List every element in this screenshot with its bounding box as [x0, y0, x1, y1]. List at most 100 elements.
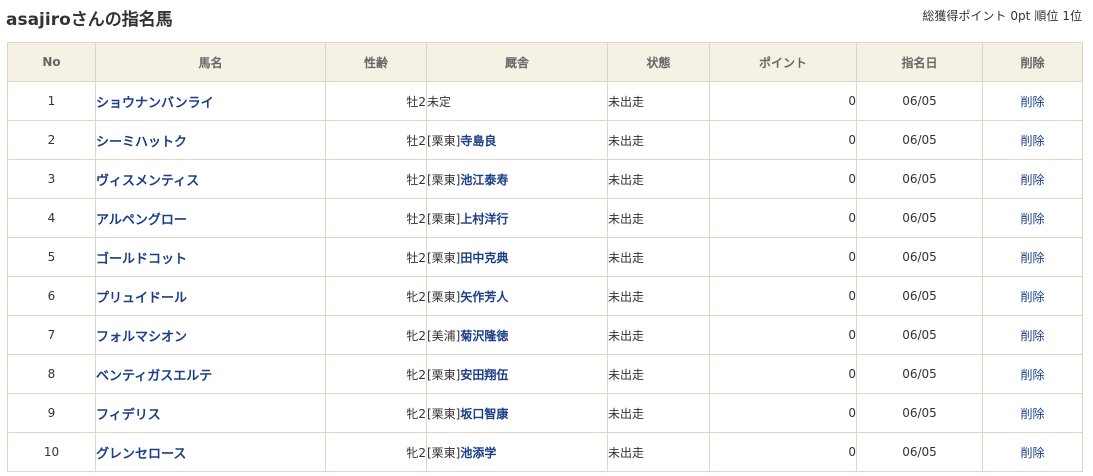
- horse-name-cell: フィデリス: [95, 393, 326, 433]
- stable-cell: 未定: [426, 81, 608, 121]
- horse-name-cell: ベンティガスエルテ: [95, 354, 326, 394]
- trainer-text: 未定: [427, 94, 452, 109]
- horse-name-link[interactable]: プリュイドール: [97, 291, 188, 306]
- nomination-date: 06/05: [856, 237, 983, 277]
- nomination-date: 06/05: [856, 120, 983, 160]
- points-summary: 総獲得ポイント 0pt 順位 1位: [922, 7, 1082, 24]
- delete-cell: 削除: [982, 198, 1083, 238]
- delete-cell: 削除: [982, 159, 1083, 199]
- row-no: 5: [7, 237, 96, 277]
- status: 未出走: [607, 159, 710, 199]
- delete-link[interactable]: 削除: [1020, 407, 1044, 421]
- trainer-link[interactable]: 坂口智康: [460, 407, 508, 421]
- delete-cell: 削除: [982, 354, 1083, 394]
- stable-location: [栗東]: [427, 445, 461, 460]
- sex-age: 牝2: [325, 393, 427, 433]
- delete-link[interactable]: 削除: [1020, 446, 1044, 460]
- status: 未出走: [607, 120, 710, 160]
- horse-name-link[interactable]: グレンセロース: [97, 447, 187, 462]
- delete-cell: 削除: [982, 393, 1083, 433]
- trainer-link[interactable]: 池江泰寿: [460, 173, 508, 187]
- table-row: 6 プリュイドール 牝2 [栗東]矢作芳人 未出走 0 06/05 削除: [7, 276, 1083, 316]
- stable-location: [栗東]: [427, 289, 461, 304]
- horse-name-cell: シーミハットク: [95, 120, 326, 160]
- points: 0: [709, 276, 857, 316]
- delete-link[interactable]: 削除: [1020, 173, 1044, 187]
- horse-name-link[interactable]: ヴィスメンティス: [97, 174, 200, 189]
- points: 0: [709, 315, 857, 355]
- delete-link[interactable]: 削除: [1020, 212, 1044, 226]
- column-header-delete: 削除: [982, 42, 1083, 82]
- table-row: 8 ベンティガスエルテ 牝2 [栗東]安田翔伍 未出走 0 06/05 削除: [7, 354, 1083, 394]
- horse-name-link[interactable]: ゴールドコット: [97, 252, 188, 267]
- trainer-link[interactable]: 上村洋行: [460, 212, 508, 226]
- nomination-date: 06/05: [856, 159, 983, 199]
- sex-age: 牝2: [325, 432, 427, 472]
- column-header-name: 馬名: [95, 42, 326, 82]
- nomination-date: 06/05: [856, 354, 983, 394]
- horse-name-link[interactable]: ベンティガスエルテ: [97, 369, 213, 384]
- stable-cell: [栗東]上村洋行: [426, 198, 608, 238]
- stable-location: [栗東]: [427, 406, 461, 421]
- horse-name-cell: ヴィスメンティス: [95, 159, 326, 199]
- trainer-link[interactable]: 田中克典: [460, 251, 508, 265]
- delete-link[interactable]: 削除: [1020, 368, 1044, 382]
- sex-age: 牡2: [325, 198, 427, 238]
- nomination-date: 06/05: [856, 393, 983, 433]
- trainer-link[interactable]: 菊沢隆徳: [460, 329, 508, 343]
- horse-name-cell: グレンセロース: [95, 432, 326, 472]
- trainer-link[interactable]: 寺島良: [460, 134, 496, 148]
- delete-link[interactable]: 削除: [1020, 134, 1044, 148]
- horse-name-cell: プリュイドール: [95, 276, 326, 316]
- table-row: 10 グレンセロース 牝2 [栗東]池添学 未出走 0 06/05 削除: [7, 432, 1083, 472]
- nominated-horses-table: No 馬名 性齢 厩舎 状態 ポイント 指名日 削除 1 ショウナンバンライ 牡…: [7, 42, 1083, 472]
- column-header-point: ポイント: [709, 42, 857, 82]
- horse-name-link[interactable]: フィデリス: [97, 408, 161, 423]
- stable-location: [栗東]: [427, 250, 461, 265]
- horse-name-cell: フォルマシオン: [95, 315, 326, 355]
- stable-location: [美浦]: [427, 328, 461, 343]
- stable-cell: [美浦]菊沢隆徳: [426, 315, 608, 355]
- horse-name-link[interactable]: ショウナンバンライ: [97, 96, 214, 111]
- status: 未出走: [607, 393, 710, 433]
- column-header-date: 指名日: [856, 42, 983, 82]
- row-no: 3: [7, 159, 96, 199]
- trainer-link[interactable]: 安田翔伍: [460, 368, 508, 382]
- delete-link[interactable]: 削除: [1020, 251, 1044, 265]
- stable-location: [栗東]: [427, 172, 461, 187]
- sex-age: 牡2: [325, 237, 427, 277]
- trainer-link[interactable]: 池添学: [460, 446, 496, 460]
- stable-cell: [栗東]矢作芳人: [426, 276, 608, 316]
- points: 0: [709, 237, 857, 277]
- trainer-link[interactable]: 矢作芳人: [460, 290, 508, 304]
- delete-cell: 削除: [982, 81, 1083, 121]
- stable-location: [栗東]: [427, 211, 461, 226]
- stable-location: [栗東]: [427, 367, 461, 382]
- total-points-label: 総獲得ポイント: [922, 9, 1007, 23]
- rank-value: 1位: [1062, 9, 1082, 23]
- stable-cell: [栗東]田中克典: [426, 237, 608, 277]
- status: 未出走: [607, 276, 710, 316]
- column-header-no: No: [7, 42, 96, 82]
- table-row: 3 ヴィスメンティス 牡2 [栗東]池江泰寿 未出走 0 06/05 削除: [7, 159, 1083, 199]
- stable-cell: [栗東]寺島良: [426, 120, 608, 160]
- page-header: asajiroさんの指名馬 総獲得ポイント 0pt 順位 1位: [0, 0, 1093, 36]
- horse-name-link[interactable]: フォルマシオン: [97, 330, 188, 345]
- delete-link[interactable]: 削除: [1020, 290, 1044, 304]
- status: 未出走: [607, 315, 710, 355]
- page-title: asajiroさんの指名馬: [6, 10, 173, 30]
- points: 0: [709, 120, 857, 160]
- points: 0: [709, 198, 857, 238]
- points: 0: [709, 81, 857, 121]
- rank-label: 順位: [1034, 9, 1059, 23]
- horse-name-link[interactable]: シーミハットク: [97, 135, 188, 150]
- delete-cell: 削除: [982, 237, 1083, 277]
- points: 0: [709, 393, 857, 433]
- row-no: 1: [7, 81, 96, 121]
- status: 未出走: [607, 198, 710, 238]
- delete-link[interactable]: 削除: [1020, 329, 1044, 343]
- horse-name-link[interactable]: アルペングロー: [97, 213, 187, 228]
- table-row: 7 フォルマシオン 牝2 [美浦]菊沢隆徳 未出走 0 06/05 削除: [7, 315, 1083, 355]
- delete-link[interactable]: 削除: [1020, 95, 1044, 109]
- nomination-date: 06/05: [856, 81, 983, 121]
